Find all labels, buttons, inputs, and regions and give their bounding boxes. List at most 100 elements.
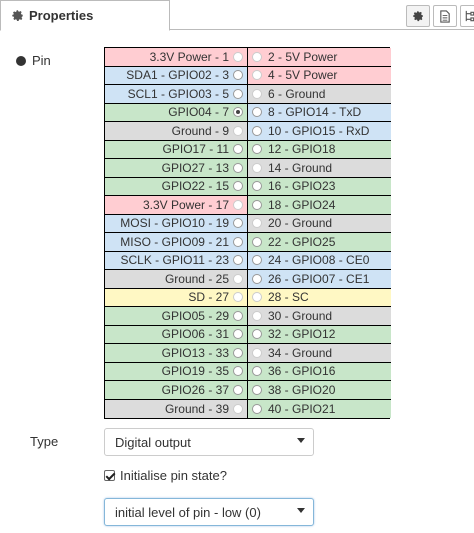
pin-radio-31[interactable] (233, 329, 243, 340)
pin-cell-40[interactable]: 40 - GPIO21 (248, 399, 391, 418)
pin-radio-40[interactable] (252, 403, 262, 414)
pin-cell-17: 3.3V Power - 17 (105, 196, 248, 215)
pin-cell-25: Ground - 25 (105, 270, 248, 289)
pin-radio-28 (252, 292, 262, 303)
pin-radio-19[interactable] (233, 218, 243, 229)
pin-cell-20: 20 - Ground (248, 214, 391, 233)
pin-cell-3[interactable]: SDA1 - GPIO02 - 3 (105, 66, 248, 85)
pin-cell-38[interactable]: 38 - GPIO20 (248, 381, 391, 400)
pin-cell-label: 24 - GPIO08 - CE0 (268, 253, 370, 268)
pin-radio-38[interactable] (252, 384, 262, 395)
pin-cell-39: Ground - 39 (105, 399, 248, 418)
pin-cell-37[interactable]: GPIO26 - 37 (105, 381, 248, 400)
pin-cell-24[interactable]: 24 - GPIO08 - CE0 (248, 251, 391, 270)
pin-cell-label: Ground - 39 (164, 401, 229, 416)
pin-cell-22[interactable]: 22 - GPIO25 (248, 233, 391, 252)
pin-cell-label: Ground - 25 (164, 271, 229, 286)
pin-radio-15[interactable] (233, 181, 243, 192)
pin-cell-label: SDA1 - GPIO02 - 3 (126, 68, 229, 83)
pin-radio-5[interactable] (233, 88, 243, 99)
pin-cell-label: 8 - GPIO14 - TxD (268, 105, 362, 120)
pin-radio-11[interactable] (233, 144, 243, 155)
pin-radio-26[interactable] (252, 273, 262, 284)
settings-button[interactable] (406, 5, 430, 27)
pin-radio-7[interactable] (233, 107, 243, 118)
pin-radio-23[interactable] (233, 255, 243, 266)
pin-cell-6: 6 - Ground (248, 85, 391, 104)
pin-cell-36[interactable]: 36 - GPIO16 (248, 362, 391, 381)
pin-cell-label: 18 - GPIO24 (268, 197, 336, 212)
pin-cell-label: GPIO17 - 11 (162, 142, 229, 157)
pin-cell-label: GPIO06 - 31 (161, 327, 229, 342)
initial-level-select[interactable]: initial level of pin - low (0) (104, 498, 314, 526)
type-select[interactable]: Digital output (104, 428, 314, 456)
pin-cell-label: GPIO27 - 13 (161, 160, 229, 175)
circle-icon (16, 55, 26, 66)
pin-cell-26[interactable]: 26 - GPIO07 - CE1 (248, 270, 391, 289)
pin-cell-33[interactable]: GPIO13 - 33 (105, 344, 248, 363)
pin-cell-15[interactable]: GPIO22 - 15 (105, 177, 248, 196)
pin-radio-37[interactable] (233, 384, 243, 395)
pin-radio-24[interactable] (252, 255, 262, 266)
pin-label-text: Pin (32, 53, 51, 68)
pin-cell-5[interactable]: SCL1 - GPIO03 - 5 (105, 85, 248, 104)
pin-radio-33[interactable] (233, 347, 243, 358)
pin-cell-label: 26 - GPIO07 - CE1 (268, 271, 370, 286)
pin-cell-label: 12 - GPIO18 (268, 142, 336, 157)
pin-cell-label: 36 - GPIO16 (268, 364, 336, 379)
pin-cell-35[interactable]: GPIO19 - 35 (105, 362, 248, 381)
pin-radio-36[interactable] (252, 366, 262, 377)
pin-cell-label: 6 - Ground (268, 86, 326, 101)
pin-radio-21[interactable] (233, 236, 243, 247)
pin-radio-39 (233, 403, 243, 414)
pin-cell-32[interactable]: 32 - GPIO12 (248, 325, 391, 344)
pin-cell-29[interactable]: GPIO05 - 29 (105, 307, 248, 326)
document-icon (440, 9, 450, 23)
editor-tabbar: Properties (0, 0, 474, 31)
pin-cell-1: 3.3V Power - 1 (105, 48, 248, 67)
tab-label: Properties (29, 8, 94, 23)
pin-cell-21[interactable]: MISO - GPIO09 - 21 (105, 233, 248, 252)
pin-cell-10[interactable]: 10 - GPIO15 - RxD (248, 122, 391, 141)
pin-cell-label: GPIO26 - 37 (161, 382, 229, 397)
pin-radio-8[interactable] (252, 107, 262, 118)
pin-radio-30 (252, 310, 262, 321)
pin-cell-12[interactable]: 12 - GPIO18 (248, 140, 391, 159)
pin-cell-label: 22 - GPIO25 (268, 234, 336, 249)
gear-icon (413, 11, 423, 22)
pin-cell-23[interactable]: SCLK - GPIO11 - 23 (105, 251, 248, 270)
pin-cell-31[interactable]: GPIO06 - 31 (105, 325, 248, 344)
pin-cell-27: SD - 27 (105, 288, 248, 307)
pin-cell-label: 16 - GPIO23 (268, 179, 336, 194)
pin-cell-18[interactable]: 18 - GPIO24 (248, 196, 391, 215)
pin-radio-18[interactable] (252, 199, 262, 210)
pin-cell-19[interactable]: MOSI - GPIO10 - 19 (105, 214, 248, 233)
pin-cell-16[interactable]: 16 - GPIO23 (248, 177, 391, 196)
init-state-checkbox[interactable] (104, 470, 115, 481)
pin-cell-13[interactable]: GPIO27 - 13 (105, 159, 248, 178)
pin-cell-7[interactable]: GPIO04 - 7 (105, 103, 248, 122)
pin-radio-22[interactable] (252, 236, 262, 247)
pin-radio-10[interactable] (252, 125, 262, 136)
pin-cell-label: 4 - 5V Power (268, 68, 338, 83)
pin-cell-8[interactable]: 8 - GPIO14 - TxD (248, 103, 391, 122)
pin-cell-label: 20 - Ground (268, 216, 333, 231)
pin-radio-2 (252, 51, 262, 62)
pin-cell-label: 40 - GPIO21 (268, 401, 336, 416)
tab-properties[interactable]: Properties (0, 0, 170, 31)
pin-cell-label: 32 - GPIO12 (268, 327, 336, 342)
appearance-button[interactable] (460, 5, 474, 27)
pin-radio-16[interactable] (252, 181, 262, 192)
pin-radio-17 (233, 199, 243, 210)
pin-radio-13[interactable] (233, 162, 243, 173)
pin-radio-34 (252, 347, 262, 358)
init-state-row[interactable]: Initialise pin state? (104, 468, 227, 483)
description-button[interactable] (433, 5, 457, 27)
pin-radio-32[interactable] (252, 329, 262, 340)
pin-radio-6 (252, 88, 262, 99)
pin-cell-11[interactable]: GPIO17 - 11 (105, 140, 248, 159)
pin-radio-29[interactable] (233, 310, 243, 321)
pin-radio-35[interactable] (233, 366, 243, 377)
pin-radio-12[interactable] (252, 144, 262, 155)
pin-radio-3[interactable] (233, 70, 243, 81)
